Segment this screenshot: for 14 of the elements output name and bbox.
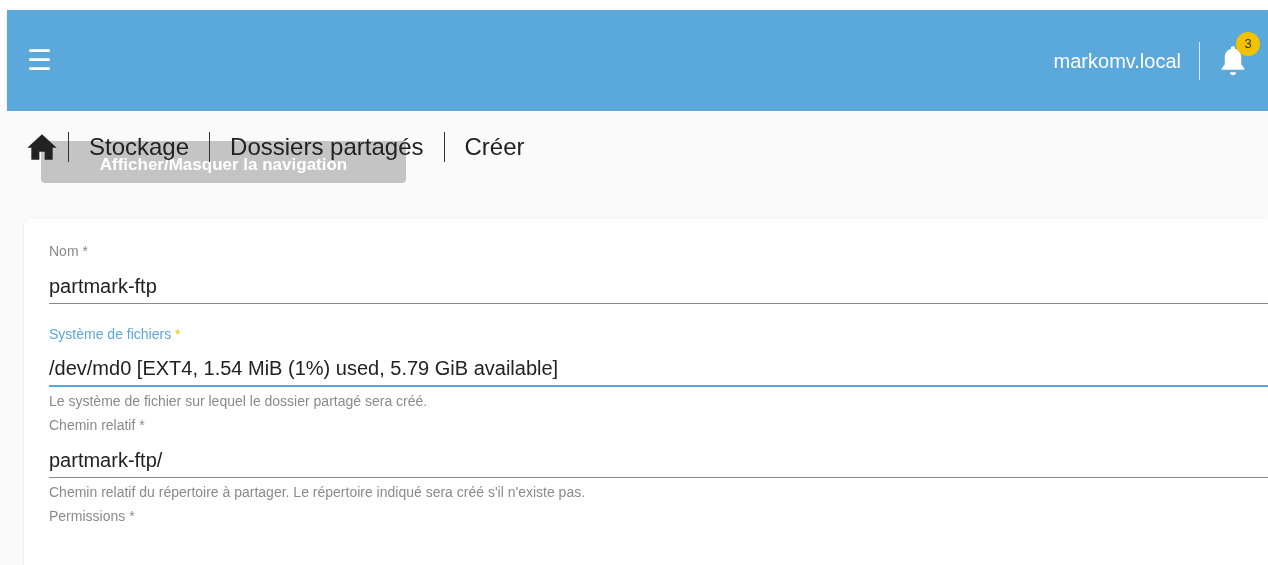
home-icon[interactable] <box>26 133 58 161</box>
input-field[interactable]: partmark-ftp <box>49 268 1268 304</box>
input-field[interactable]: partmark-ftp/ <box>49 442 1268 478</box>
breadcrumb-link[interactable]: Stockage <box>79 133 200 161</box>
field-label: Nom * <box>49 242 89 261</box>
field-label: Chemin relatif * <box>49 416 146 435</box>
input-field[interactable]: /dev/md0 [EXT4, 1.54 MiB (1%) used, 5.79 GiB available] <box>49 351 1268 387</box>
hostname: markomv.local <box>1053 48 1181 74</box>
field-label: Système de fichiers * <box>49 325 182 344</box>
breadcrumb-link[interactable]: Créer <box>454 133 535 161</box>
field-hint: Chemin relatif du répertoire à partager. Le répertoire indiqué sera créé s'il n'existe pas. <box>49 483 587 502</box>
notification-count: 3 <box>1236 31 1260 56</box>
field-label: Permissions * <box>49 507 136 526</box>
field-hint: Le système de fichier sur lequel le dossier partagé sera créé. <box>49 392 429 411</box>
